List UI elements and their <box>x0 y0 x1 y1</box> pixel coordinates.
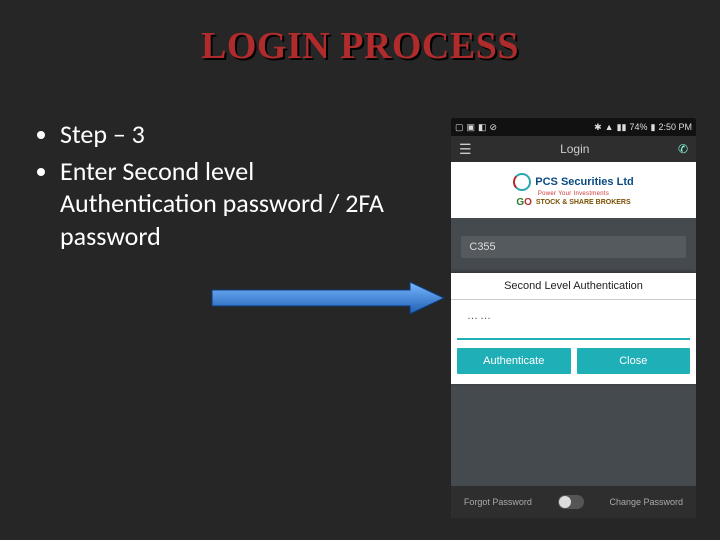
status-icon: ▢ <box>455 122 464 133</box>
slide-title: LOGIN PROCESS <box>0 24 720 68</box>
battery-text: 74% <box>630 122 648 132</box>
toggle-switch[interactable] <box>558 495 584 509</box>
wifi-icon: ▲ <box>605 122 614 132</box>
bluetooth-icon: ✱ <box>594 122 602 133</box>
phone-screenshot: ▢ ▣ ◧ ⊘ ✱ ▲ ▮▮ 74% ▮ 2:50 PM ☰ Login ✆ P… <box>451 118 696 518</box>
authenticate-button[interactable]: Authenticate <box>457 348 571 374</box>
go-logo: GO <box>516 197 532 208</box>
brand-panel: PCS Securities Ltd Power Your Investment… <box>451 162 696 218</box>
status-icon: ▣ <box>467 122 476 133</box>
close-button[interactable]: Close <box>577 348 691 374</box>
clock: 2:50 PM <box>658 122 692 132</box>
brand-logo-icon <box>513 173 531 191</box>
battery-icon: ▮ <box>651 122 656 133</box>
bullet-instruction: Enter Second level Authentication passwo… <box>60 155 392 253</box>
topbar-title: Login <box>560 142 589 156</box>
signal-icon: ▮▮ <box>617 122 627 133</box>
status-bar: ▢ ▣ ◧ ⊘ ✱ ▲ ▮▮ 74% ▮ 2:50 PM <box>451 118 696 136</box>
status-icon: ◧ <box>478 122 487 133</box>
modal-heading: Second Level Authentication <box>451 273 696 299</box>
auth-password-input[interactable]: …… <box>457 300 690 340</box>
user-id-field[interactable]: C355 <box>461 236 685 258</box>
app-topbar: ☰ Login ✆ <box>451 136 696 162</box>
brand-name: PCS Securities Ltd <box>535 176 633 188</box>
bottom-bar: Forgot Password Change Password <box>451 486 696 518</box>
change-password-link[interactable]: Change Password <box>610 497 684 507</box>
call-icon[interactable]: ✆ <box>678 142 688 156</box>
menu-icon[interactable]: ☰ <box>459 141 472 158</box>
arrow-icon <box>210 280 446 316</box>
bullet-step: Step – 3 <box>60 118 392 151</box>
status-icon: ⊘ <box>490 122 498 133</box>
brand-tagline-2: STOCK & SHARE BROKERS <box>536 199 631 206</box>
second-level-auth-modal: Second Level Authentication …… Authentic… <box>451 273 696 384</box>
slide-body: Step – 3 Enter Second level Authenticati… <box>32 118 392 256</box>
forgot-password-link[interactable]: Forgot Password <box>464 497 532 507</box>
